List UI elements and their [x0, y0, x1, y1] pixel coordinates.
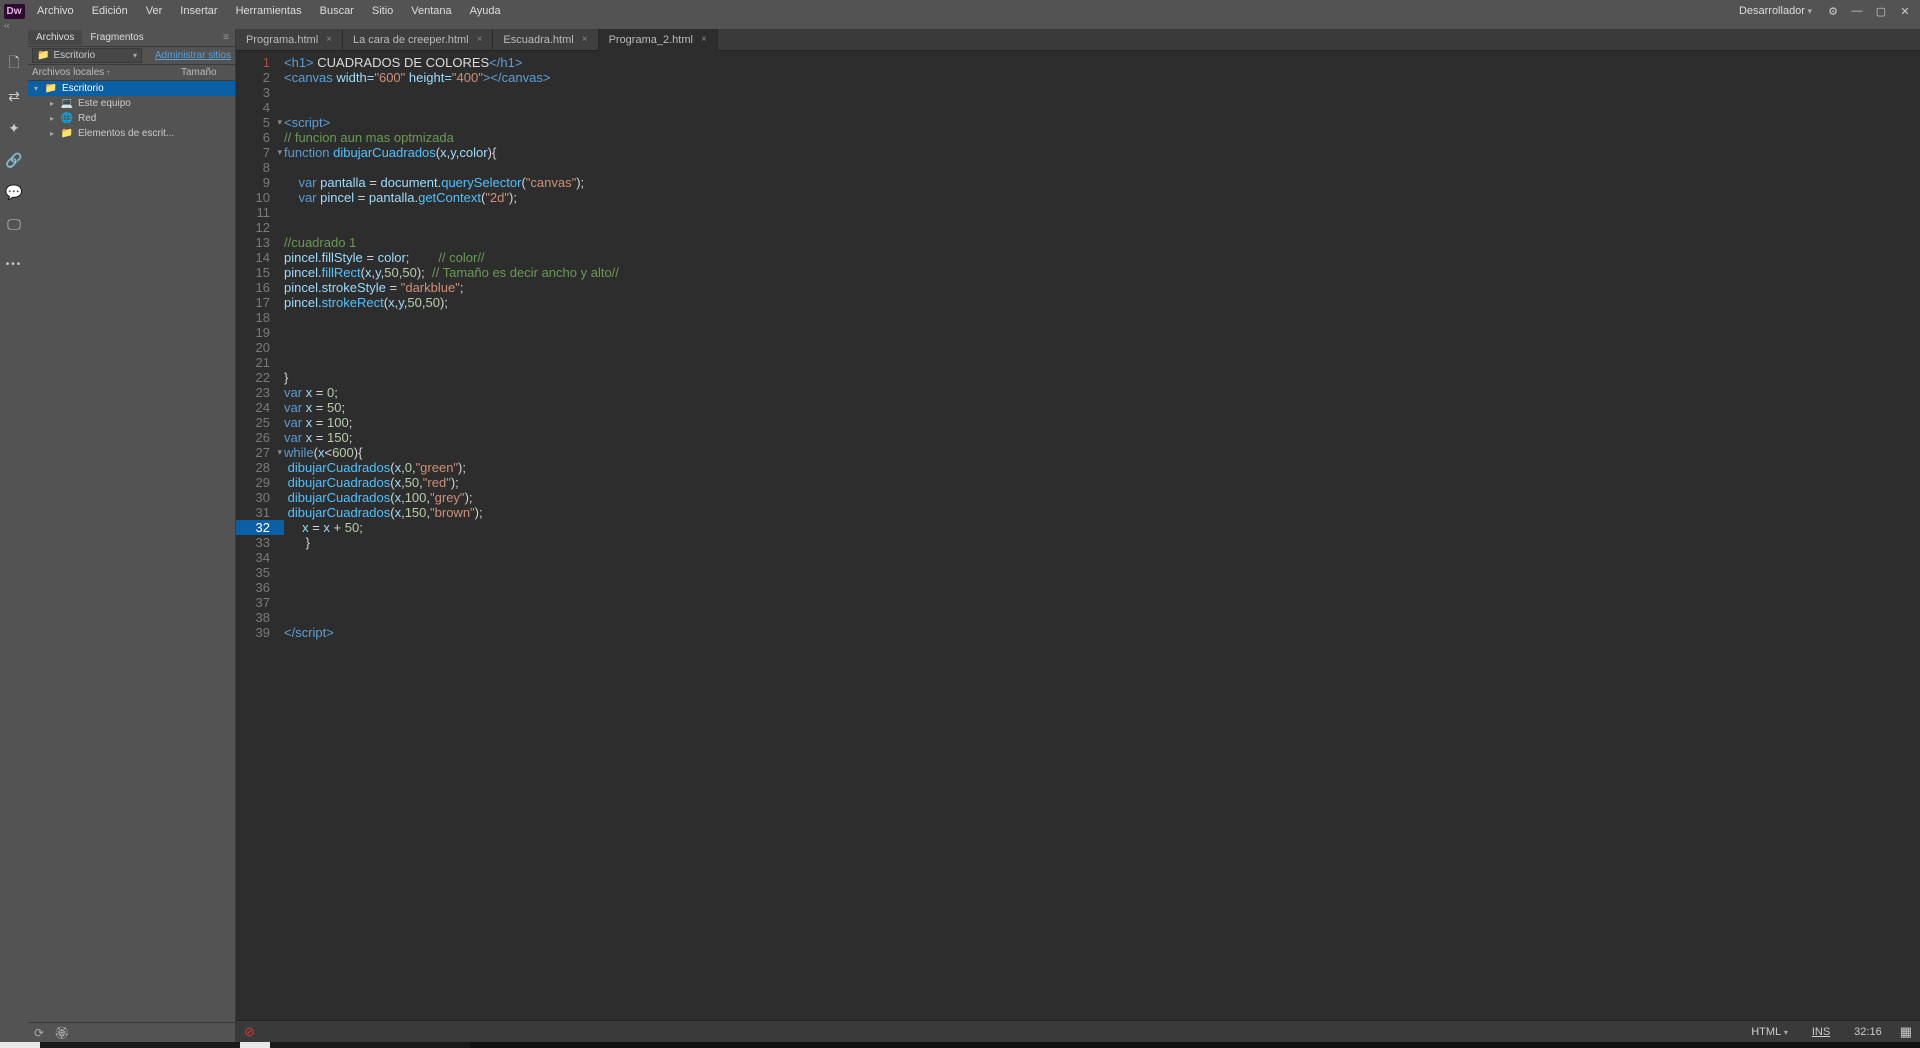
panel-collapse-chevrons[interactable]: ‹‹	[0, 22, 1920, 29]
device-icon[interactable]: 🖵	[5, 215, 23, 233]
menu-ventana[interactable]: Ventana	[402, 1, 460, 21]
status-cursor-pos: 32:16	[1848, 1026, 1888, 1038]
menu-insertar[interactable]: Insertar	[171, 1, 226, 21]
menu-herramientas[interactable]: Herramientas	[227, 1, 311, 21]
file-tab[interactable]: Escuadra.html×	[493, 29, 598, 50]
tab-close-icon[interactable]: ×	[701, 34, 707, 45]
files-panel: Archivos Fragmentos ≡ 📁 Escritorio ▾ Adm…	[28, 29, 236, 1042]
sync-icon[interactable]: 🏵	[54, 1026, 69, 1040]
refresh-icon[interactable]: ⟳	[34, 1026, 44, 1040]
left-toolbar: 🗋 ⇄ ✦ 🔗 💬 🖵 •••	[0, 29, 28, 1042]
tree-row[interactable]: ▾📁Escritorio	[28, 81, 235, 96]
tree-row[interactable]: ▸🌐Red	[28, 111, 235, 126]
site-select-label: Escritorio	[53, 50, 95, 61]
menu-ver[interactable]: Ver	[137, 1, 172, 21]
file-tab[interactable]: Programa_2.html×	[599, 29, 718, 51]
site-select[interactable]: 📁 Escritorio ▾	[32, 48, 142, 63]
os-taskbar[interactable]	[0, 1042, 1920, 1048]
comment-icon[interactable]: 💬	[5, 183, 23, 201]
col-size[interactable]: Tamaño	[181, 67, 231, 78]
tab-close-icon[interactable]: ×	[477, 34, 483, 45]
minimize-icon[interactable]: —	[1846, 2, 1868, 20]
close-icon[interactable]: ✕	[1894, 2, 1916, 20]
menu-ayuda[interactable]: Ayuda	[461, 1, 510, 21]
app-logo: Dw	[0, 0, 28, 22]
status-bar: ⊘ HTML ▾ INS 32:16 ▦	[236, 1020, 1920, 1042]
code-editor[interactable]: 12345▾67▾8910111213141516171819202122232…	[236, 51, 1920, 1020]
manage-sites-link[interactable]: Administrar sitios	[155, 50, 231, 61]
menu-archivo[interactable]: Archivo	[28, 1, 83, 21]
menubar: Dw ArchivoEdiciónVerInsertarHerramientas…	[0, 0, 1920, 22]
settings-icon[interactable]: ⚙	[1822, 2, 1844, 20]
status-insert-mode[interactable]: INS	[1806, 1026, 1836, 1038]
maximize-icon[interactable]: ▢	[1870, 2, 1892, 20]
tree-row[interactable]: ▸📁Elementos de escrit...	[28, 126, 235, 141]
menu-edición[interactable]: Edición	[83, 1, 137, 21]
more-tools-icon[interactable]: •••	[5, 255, 23, 273]
panel-menu-icon[interactable]: ≡	[217, 32, 235, 43]
status-language[interactable]: HTML ▾	[1745, 1026, 1794, 1038]
file-tab[interactable]: La cara de creeper.html×	[343, 29, 493, 50]
menu-sitio[interactable]: Sitio	[363, 1, 402, 21]
error-icon[interactable]: ⊘	[244, 1024, 255, 1040]
panel-tab-archivos[interactable]: Archivos	[28, 30, 82, 45]
link-icon[interactable]: 🔗	[5, 151, 23, 169]
tab-close-icon[interactable]: ×	[326, 34, 332, 45]
panel-tab-fragmentos[interactable]: Fragmentos	[82, 30, 151, 45]
col-local-files[interactable]: Archivos locales	[32, 67, 104, 78]
status-overview-icon[interactable]: ▦	[1900, 1024, 1912, 1040]
tree-row[interactable]: ▸💻Este equipo	[28, 96, 235, 111]
workspace-switcher[interactable]: Desarrollador	[1733, 5, 1818, 17]
split-icon[interactable]: ⇄	[5, 87, 23, 105]
file-tabs: Programa.html×La cara de creeper.html×Es…	[236, 29, 1920, 51]
file-tab[interactable]: Programa.html×	[236, 29, 343, 50]
tab-close-icon[interactable]: ×	[582, 34, 588, 45]
menu-buscar[interactable]: Buscar	[311, 1, 363, 21]
paint-icon[interactable]: ✦	[5, 119, 23, 137]
new-file-icon[interactable]: 🗋	[5, 55, 23, 73]
